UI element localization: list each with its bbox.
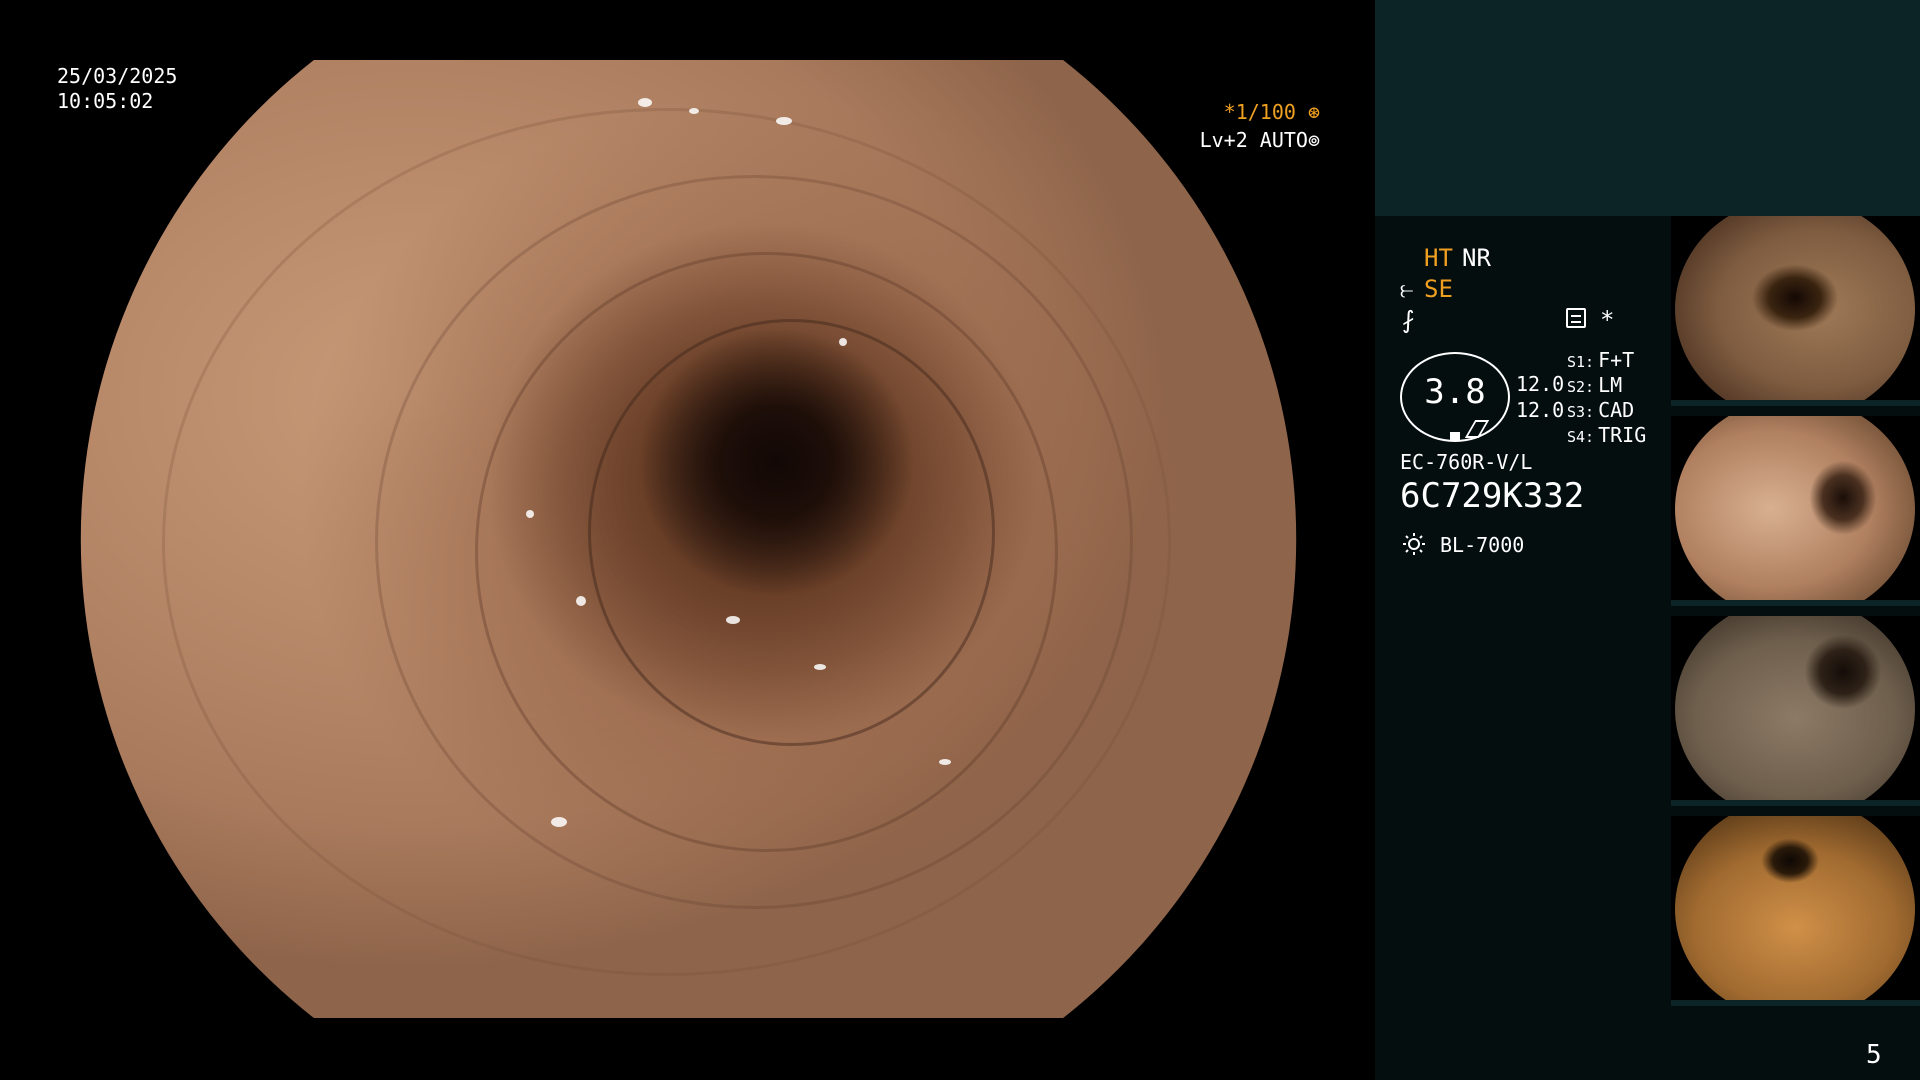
capture-thumbnail-2[interactable] <box>1671 416 1920 606</box>
shutter-speed: *1/100 ⊛ <box>1180 100 1320 124</box>
light-reflection <box>726 615 741 624</box>
capture-thumbnail-4[interactable] <box>1671 816 1920 1006</box>
thumbnail-image <box>1675 816 1915 1002</box>
switch-slot-2: S2: LM <box>1567 373 1622 397</box>
scope-serial: 6C729K332 <box>1400 476 1585 516</box>
zoom-gauge-value: 3.8 <box>1424 372 1486 412</box>
light-reflection <box>525 510 534 519</box>
scope-model: EC-760R-V/L <box>1400 450 1533 474</box>
switch-slot-3: S3: CAD <box>1567 398 1634 422</box>
light-reflection <box>838 337 847 346</box>
light-reflection <box>550 816 567 827</box>
thumbnail-bar <box>1671 1000 1920 1006</box>
thumbnail-image <box>1675 216 1915 402</box>
slot-key: S3: <box>1567 403 1595 421</box>
light-reflection <box>813 663 826 670</box>
structure-enhance-icon: ⥼ <box>1400 275 1414 303</box>
slot-key: S4: <box>1567 428 1595 446</box>
se-indicator: SE <box>1424 275 1453 303</box>
slot-value: TRIG <box>1598 423 1647 447</box>
slot-value: LM <box>1598 373 1623 397</box>
shutter-speed-label: *1/100 <box>1223 100 1296 124</box>
switch-slot-1: S1: F+T <box>1567 348 1634 372</box>
light-reflection <box>638 98 653 108</box>
endoscope-view <box>80 60 1297 1018</box>
mucosal-fold <box>162 107 1171 977</box>
capture-thumbnail-3[interactable] <box>1671 616 1920 806</box>
brightness-level-label: Lv+2 AUTO <box>1199 128 1308 152</box>
slot-key: S2: <box>1567 378 1595 396</box>
thumbnail-bar <box>1671 600 1920 606</box>
gauge-marker <box>1450 432 1460 440</box>
exam-date: 25/03/2025 <box>57 64 178 88</box>
thumbnail-bar <box>1671 400 1920 406</box>
thumbnail-image <box>1675 416 1915 602</box>
thumbnail-image <box>1675 616 1915 802</box>
asterisk-indicator: * <box>1600 306 1615 334</box>
slot-value: CAD <box>1598 398 1635 422</box>
page-number: 5 <box>1866 1040 1882 1070</box>
iris-icon: ⊚ <box>1307 128 1320 152</box>
ht-indicator: HT <box>1424 244 1453 272</box>
info-panel-header <box>1375 0 1920 216</box>
freeze-icon: ⨏ <box>1402 306 1415 334</box>
aperture-icon: ⊛ <box>1295 100 1320 124</box>
setting-value-1: 12.0 <box>1516 372 1565 396</box>
light-source-icon <box>1403 533 1425 555</box>
menu-icon <box>1566 308 1586 328</box>
light-source-model: BL-7000 <box>1440 533 1525 557</box>
switch-slot-4: S4: TRIG <box>1567 423 1646 447</box>
setting-value-2: 12.0 <box>1516 398 1565 422</box>
slot-key: S1: <box>1567 353 1595 371</box>
thumbnail-bar <box>1671 800 1920 806</box>
exam-time: 10:05:02 <box>57 89 154 113</box>
brightness-level: Lv+2 AUTO⊚ <box>1150 128 1320 152</box>
capture-thumbnail-1[interactable] <box>1671 216 1920 406</box>
slot-value: F+T <box>1598 348 1635 372</box>
nr-indicator: NR <box>1462 244 1491 272</box>
light-reflection <box>688 107 699 114</box>
